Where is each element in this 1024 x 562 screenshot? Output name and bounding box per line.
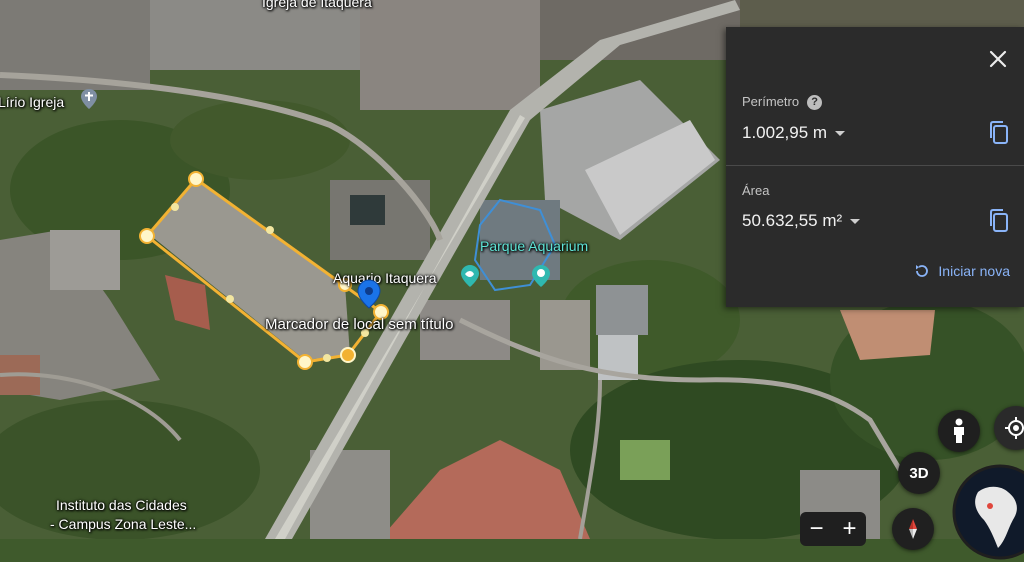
crosshair-icon (1005, 417, 1024, 439)
map-label-parque-aquarium[interactable]: Parque Aquarium (480, 238, 588, 254)
street-view-button[interactable] (938, 410, 980, 452)
chevron-down-icon[interactable] (850, 219, 861, 225)
aquarium-place-icon[interactable] (460, 264, 480, 288)
perimeter-value: 1.002,95 m (742, 123, 828, 142)
map-label-instituto-line2[interactable]: - Campus Zona Leste... (50, 516, 196, 532)
3d-toggle-button[interactable]: 3D (898, 452, 940, 494)
panel-divider (726, 165, 1024, 166)
restart-label: Iniciar nova (938, 263, 1010, 279)
chevron-down-icon[interactable] (835, 131, 846, 137)
map-label-aquario-itaquera[interactable]: Aquario Itaquera (333, 270, 437, 286)
zoom-control: − + (800, 512, 866, 546)
location-pin-icon[interactable] (357, 279, 381, 309)
close-icon[interactable] (986, 47, 1010, 71)
map-label-marcador[interactable]: Marcador de local sem título (265, 316, 453, 333)
measure-panel: Perímetro? 1.002,95 m Área 50.632,55 m² … (726, 27, 1024, 307)
map-label-igreja-itaquera[interactable]: Igreja de Itaquera (262, 0, 372, 10)
area-value-row[interactable]: 50.632,55 m² (742, 211, 861, 231)
globe-icon[interactable] (950, 462, 1024, 562)
map-label-instituto-line1[interactable]: Instituto das Cidades (56, 497, 187, 513)
compass-icon (909, 519, 917, 539)
perimeter-label-row: Perímetro? (742, 94, 823, 111)
map-label-lirio-igreja[interactable]: Lírio Igreja (0, 94, 64, 110)
copy-area-icon[interactable] (988, 209, 1010, 233)
help-icon[interactable]: ? (807, 95, 823, 111)
perimeter-value-row[interactable]: 1.002,95 m (742, 123, 846, 143)
area-value: 50.632,55 m² (742, 211, 843, 230)
compass-button[interactable] (892, 508, 934, 550)
perimeter-label: Perímetro (742, 94, 800, 109)
restart-icon (916, 265, 929, 277)
church-place-icon[interactable] (80, 88, 98, 110)
area-label: Área (742, 183, 770, 198)
park-place-icon[interactable] (531, 264, 551, 288)
pegman-icon (954, 418, 964, 443)
copy-perimeter-icon[interactable] (988, 121, 1010, 145)
restart-measure-button[interactable]: Iniciar nova (914, 263, 1010, 279)
